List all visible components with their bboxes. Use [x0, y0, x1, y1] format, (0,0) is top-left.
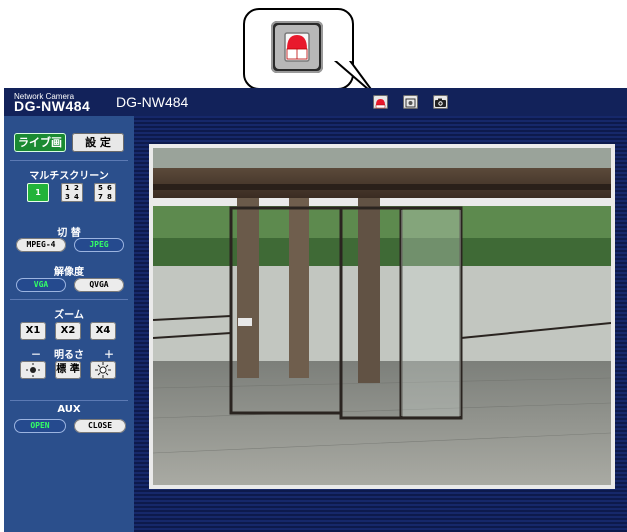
multiscreen-label: マルチスクリーン [29, 171, 109, 182]
live-video-image[interactable] [153, 148, 611, 485]
video-area [134, 116, 627, 532]
sun-bright-icon [95, 362, 111, 378]
single-screen-button[interactable]: 1 [27, 183, 49, 202]
callout-annotation [0, 0, 627, 100]
quad-b-8: 8 [107, 193, 112, 201]
qvga-button[interactable]: QVGA [74, 278, 124, 292]
quad-b-6: 6 [107, 184, 112, 192]
codec-label: 切 替 [57, 228, 81, 239]
quad-screen-b-button[interactable]: 5 6 7 8 [94, 183, 116, 202]
snapshot-frame-icon[interactable] [403, 95, 418, 109]
brightness-plus-label: ＋ [104, 350, 114, 361]
brightness-standard-button[interactable]: 標 準 [55, 361, 81, 379]
quad-a-2: 2 [74, 184, 79, 192]
tab-live[interactable]: ライブ画 [14, 133, 66, 152]
quad-a-3: 3 [65, 193, 70, 201]
camera-icon[interactable] [433, 95, 448, 109]
alarm-icon[interactable] [373, 95, 388, 109]
sun-dark-icon [26, 363, 40, 377]
zoom-label: ズーム [54, 310, 84, 321]
divider [10, 160, 128, 161]
quad-a-4: 4 [74, 193, 79, 201]
brightness-darker-button[interactable] [20, 361, 46, 379]
quad-a-1: 1 [65, 184, 70, 192]
brightness-brighter-button[interactable] [90, 361, 116, 379]
quad-b-5: 5 [98, 184, 103, 192]
zoom-controls: X1 X2 X4 [20, 322, 120, 340]
control-sidebar: ライブ画 設 定 マルチスクリーン 1 1 2 3 4 5 6 7 8 切 替 [4, 116, 134, 532]
zoom-x1-button[interactable]: X1 [20, 322, 46, 340]
aux-close-button[interactable]: CLOSE [74, 419, 126, 433]
aux-open-button[interactable]: OPEN [14, 419, 66, 433]
brightness-minus-label: － [31, 350, 41, 361]
divider [10, 400, 128, 401]
vga-button[interactable]: VGA [16, 278, 66, 292]
quad-b-7: 7 [98, 193, 103, 201]
brand-model: DG-NW484 [14, 98, 91, 114]
jpeg-button[interactable]: JPEG [74, 238, 124, 252]
resolution-label: 解像度 [54, 267, 84, 278]
mpeg4-button[interactable]: MPEG-4 [16, 238, 66, 252]
aux-label: AUX [57, 404, 81, 415]
camera-title: DG-NW484 [116, 94, 189, 110]
video-frame [149, 144, 615, 489]
zoom-x2-button[interactable]: X2 [55, 322, 81, 340]
divider [10, 299, 128, 300]
tab-setup[interactable]: 設 定 [72, 133, 124, 152]
single-screen-label: 1 [35, 188, 41, 197]
alarm-icon [271, 21, 323, 73]
quad-screen-a-button[interactable]: 1 2 3 4 [61, 183, 83, 202]
camera-viewer: Network Camera DG-NW484 DG-NW484 ライブ画 設 … [4, 88, 627, 532]
zoom-x4-button[interactable]: X4 [90, 322, 116, 340]
header-bar: Network Camera DG-NW484 DG-NW484 [4, 88, 627, 116]
brightness-label: 明るさ [54, 350, 84, 361]
